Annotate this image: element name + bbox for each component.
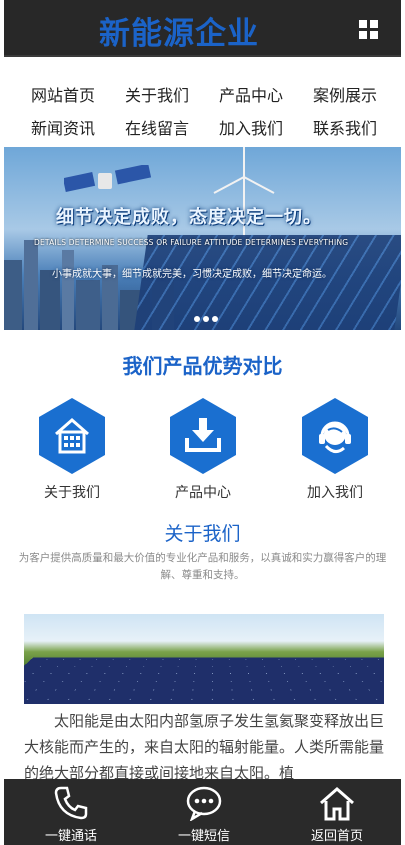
feature-products[interactable]: 产品中心 [163, 398, 243, 502]
headset-icon [319, 421, 351, 453]
download-icon [185, 418, 221, 452]
products-section-title: 我们产品优势对比 [122, 354, 283, 378]
nav-item-about[interactable]: 关于我们 [125, 82, 189, 106]
grid-icon[interactable] [359, 20, 379, 40]
nav-item-contact[interactable]: 联系我们 [313, 115, 377, 139]
call-button[interactable]: 一键通话 [21, 779, 121, 844]
solar-panels-image [134, 235, 401, 330]
phone-icon [54, 786, 88, 820]
solar-field-image [24, 614, 384, 704]
bottom-bar: 一键通话 一键短信 返回首页 [4, 779, 401, 845]
home-icon [320, 787, 354, 821]
nav-item-products[interactable]: 产品中心 [219, 82, 283, 106]
feature-join[interactable]: 加入我们 [295, 398, 375, 502]
banner-motto: 小事成就大事，细节成就完美，习惯决定成败，细节决定命运。 [52, 269, 332, 280]
feature-label: 产品中心 [175, 485, 231, 501]
message-icon [186, 786, 222, 821]
building-icon [55, 418, 89, 454]
sms-button[interactable]: 一键短信 [154, 779, 254, 844]
feature-label: 关于我们 [44, 485, 100, 501]
site-logo[interactable]: 新能源企业 [99, 8, 259, 53]
header: 新能源企业 [4, 0, 401, 57]
nav-item-cases[interactable]: 案例展示 [313, 82, 377, 106]
hero-banner[interactable]: 细节决定成败，态度决定一切。 DETAILS DETERMINE SUCCESS… [4, 147, 401, 330]
nav-item-message[interactable]: 在线留言 [125, 115, 189, 139]
nav-item-join[interactable]: 加入我们 [219, 115, 283, 139]
about-title: 关于我们 [164, 523, 241, 545]
nav-item-home[interactable]: 网站首页 [31, 82, 95, 106]
feature-about[interactable]: 关于我们 [32, 398, 112, 502]
banner-title: 细节决定成败，态度决定一切。 [56, 207, 322, 228]
home-button[interactable]: 返回首页 [287, 779, 387, 844]
satellite-image [64, 165, 152, 192]
nav-item-news[interactable]: 新闻资讯 [31, 115, 95, 139]
carousel-dots[interactable] [194, 307, 221, 326]
banner-subtitle: DETAILS DETERMINE SUCCESS OR FAILURE ATT… [34, 238, 349, 247]
home-label: 返回首页 [310, 829, 363, 844]
about-description: 为客户提供高质量和最大价值的专业化产品和服务，以真诚和实力赢得客户的理解、尊重和… [18, 552, 387, 581]
feature-label: 加入我们 [307, 485, 363, 501]
sms-label: 一键短信 [177, 829, 230, 844]
call-label: 一键通话 [44, 829, 97, 844]
about-article: 太阳能是由太阳内部氢原子发生氢氦聚变释放出巨大核能而产生的，来自太阳的辐射能量。… [24, 712, 385, 782]
